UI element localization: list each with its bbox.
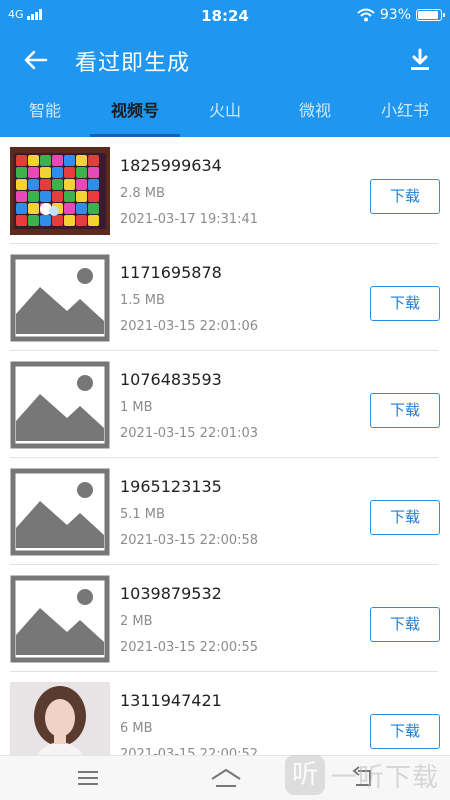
- item-time: 2021-03-15 22:00:55: [120, 640, 259, 655]
- home-icon[interactable]: [209, 767, 243, 789]
- download-list: 1825999634 2.8 MB 2021-03-17 19:31:41 下载…: [0, 137, 450, 755]
- arrow-left-icon[interactable]: [20, 44, 52, 76]
- watermark: 听 一听下载: [285, 750, 450, 800]
- download-button[interactable]: 下载: [370, 714, 440, 749]
- item-name: 1965123135: [120, 477, 222, 496]
- download-icon[interactable]: [404, 44, 436, 76]
- watermark-text: 一听下载: [331, 762, 440, 793]
- battery-icon: [416, 9, 445, 21]
- list-item[interactable]: 1076483593 1 MB 2021-03-15 22:01:03 下载: [0, 351, 450, 458]
- tab-weishi[interactable]: 微视: [270, 88, 360, 137]
- item-time: 2021-03-15 22:00:58: [120, 533, 259, 548]
- list-item[interactable]: 1039879532 2 MB 2021-03-15 22:00:55 下载: [0, 565, 450, 672]
- watermark-logo: 听: [285, 755, 325, 795]
- person-photo-thumbnail: [10, 682, 110, 755]
- download-button[interactable]: 下载: [370, 286, 440, 321]
- item-size: 1 MB: [120, 400, 153, 415]
- item-name: 1171695878: [120, 263, 222, 282]
- item-name: 1076483593: [120, 370, 222, 389]
- page-title: 看过即生成: [75, 51, 191, 76]
- tab-huoshan[interactable]: 火山: [180, 88, 270, 137]
- tab-smart[interactable]: 智能: [0, 88, 90, 137]
- item-time: 2021-03-15 22:01:06: [120, 319, 259, 334]
- item-size: 1.5 MB: [120, 293, 165, 308]
- item-name: 1039879532: [120, 584, 222, 603]
- image-placeholder-icon: [10, 575, 110, 663]
- item-name: 1311947421: [120, 691, 222, 710]
- download-button[interactable]: 下载: [370, 500, 440, 535]
- item-size: 2.8 MB: [120, 186, 165, 201]
- item-time: 2021-03-17 19:31:41: [120, 212, 259, 227]
- item-size: 2 MB: [120, 614, 153, 629]
- list-item[interactable]: 1171695878 1.5 MB 2021-03-15 22:01:06 下载: [0, 244, 450, 351]
- item-time: 2021-03-15 22:01:03: [120, 426, 259, 441]
- download-button[interactable]: 下载: [370, 393, 440, 428]
- download-button[interactable]: 下载: [370, 179, 440, 214]
- image-placeholder-icon: [10, 361, 110, 449]
- list-item[interactable]: 1311947421 6 MB 2021-03-15 22:00:52 下载: [0, 672, 450, 755]
- image-placeholder-icon: [10, 468, 110, 556]
- toolbar: 看过即生成: [0, 32, 450, 88]
- tab-xiaohongshu[interactable]: 小红书: [360, 88, 450, 137]
- list-item[interactable]: 1965123135 5.1 MB 2021-03-15 22:00:58 下载: [0, 458, 450, 565]
- item-size: 5.1 MB: [120, 507, 165, 522]
- app-header: 4G 18:24 93% 看过即生成 智能 视频号 火山 微视 小红书: [0, 0, 450, 137]
- battery-percent: 93%: [379, 7, 411, 23]
- menu-icon[interactable]: [76, 769, 100, 787]
- item-size: 6 MB: [120, 721, 153, 736]
- wifi-icon: [357, 8, 375, 22]
- item-time: 2021-03-15 22:00:52: [120, 747, 259, 755]
- list-item[interactable]: 1825999634 2.8 MB 2021-03-17 19:31:41 下载: [0, 137, 450, 244]
- tab-video-account[interactable]: 视频号: [90, 88, 180, 137]
- status-bar: 4G 18:24 93%: [0, 0, 450, 32]
- tab-bar: 智能 视频号 火山 微视 小红书: [0, 88, 450, 137]
- status-right: 93%: [357, 7, 445, 23]
- download-button[interactable]: 下载: [370, 607, 440, 642]
- image-placeholder-icon: [10, 254, 110, 342]
- item-name: 1825999634: [120, 156, 222, 175]
- game-thumbnail: [10, 147, 110, 235]
